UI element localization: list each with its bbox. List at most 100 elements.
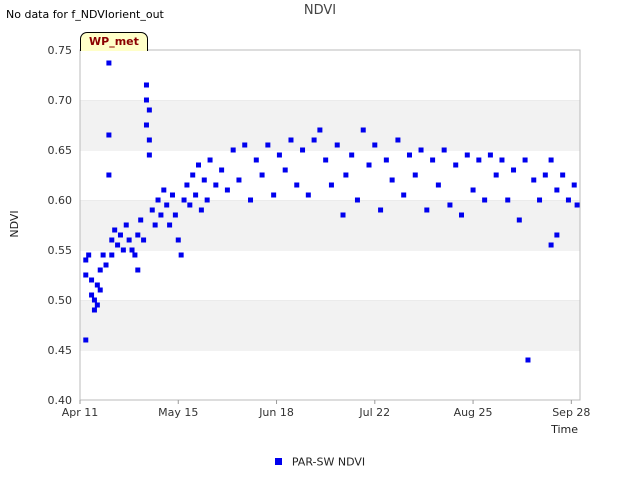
data-point: [97, 287, 103, 293]
grid-band: [80, 50, 580, 100]
data-point: [106, 60, 112, 66]
data-point: [100, 252, 106, 258]
data-point: [181, 197, 187, 203]
data-point: [505, 197, 511, 203]
x-tick-label: Sep 28: [552, 406, 590, 419]
x-tick-label: Jun 18: [258, 406, 294, 419]
data-point: [97, 267, 103, 273]
data-point: [83, 272, 89, 278]
data-point: [138, 217, 144, 223]
data-point: [158, 212, 164, 218]
data-point: [565, 197, 571, 203]
legend-label: PAR-SW NDVI: [291, 455, 366, 469]
x-tick-label: Aug 25: [454, 406, 493, 419]
data-point: [343, 172, 349, 178]
x-tick-label: May 15: [158, 406, 198, 419]
data-point: [542, 172, 548, 178]
data-point: [401, 192, 407, 198]
data-point: [300, 147, 306, 153]
data-point: [126, 237, 132, 243]
x-tick-label: Apr 11: [62, 406, 99, 419]
data-point: [378, 207, 384, 213]
data-point: [94, 282, 100, 288]
data-point: [406, 152, 412, 158]
data-point: [554, 187, 560, 193]
data-point: [91, 297, 97, 303]
data-point: [311, 137, 317, 143]
data-point: [184, 182, 190, 188]
data-point: [167, 222, 173, 228]
data-point: [207, 157, 213, 163]
data-point: [161, 187, 167, 193]
data-point: [516, 217, 522, 223]
data-point: [109, 237, 115, 243]
x-axis-label: Time: [550, 423, 578, 436]
data-point: [340, 212, 346, 218]
data-point: [175, 237, 181, 243]
data-point: [424, 207, 430, 213]
data-point: [146, 152, 152, 158]
data-point: [453, 162, 459, 168]
y-tick-label: 0.65: [48, 144, 73, 157]
data-point: [155, 197, 161, 203]
data-point: [83, 257, 89, 263]
data-point: [548, 242, 554, 248]
data-point: [86, 252, 92, 258]
data-point: [109, 252, 115, 258]
data-point: [204, 197, 210, 203]
data-point: [354, 197, 360, 203]
data-point: [574, 202, 580, 208]
y-tick-label: 0.55: [48, 244, 73, 257]
data-point: [224, 187, 230, 193]
data-point: [146, 107, 152, 113]
data-point: [531, 177, 537, 183]
data-point: [115, 242, 121, 248]
data-point: [418, 147, 424, 153]
data-point: [164, 202, 170, 208]
data-point: [271, 192, 277, 198]
ndvi-chart: 0.400.450.500.550.600.650.700.75 Apr 11 M…: [8, 44, 590, 436]
data-point: [349, 152, 355, 158]
legend-marker-icon: [274, 457, 282, 465]
data-point: [135, 232, 141, 238]
data-point: [493, 172, 499, 178]
data-point: [328, 182, 334, 188]
data-point: [276, 152, 282, 158]
data-point: [317, 127, 323, 133]
data-point: [334, 142, 340, 148]
data-point: [198, 207, 204, 213]
data-point: [288, 137, 294, 143]
data-point: [389, 177, 395, 183]
data-point: [112, 227, 118, 233]
data-point: [193, 192, 199, 198]
data-point: [83, 337, 89, 343]
data-point: [94, 302, 100, 308]
data-point: [441, 147, 447, 153]
data-point: [230, 147, 236, 153]
data-point: [372, 142, 378, 148]
data-point: [366, 162, 372, 168]
data-point: [537, 197, 543, 203]
data-point: [236, 177, 242, 183]
data-point: [282, 167, 288, 173]
grid-band: [80, 350, 580, 400]
data-point: [383, 157, 389, 163]
data-point: [412, 172, 418, 178]
y-axis-ticks: 0.400.450.500.550.600.650.700.75: [48, 44, 73, 407]
x-tick-label: Jul 22: [358, 406, 390, 419]
data-point: [560, 172, 566, 178]
data-point: [522, 157, 528, 163]
x-axis-ticks: Apr 11 May 15 Jun 18 Jul 22 Aug 25 Sep 28: [62, 400, 590, 419]
chart-title: NDVI: [303, 3, 337, 18]
data-point: [172, 212, 178, 218]
data-point: [143, 82, 149, 88]
data-point: [219, 167, 225, 173]
grid-band: [80, 300, 580, 350]
data-point: [487, 152, 493, 158]
data-point: [259, 172, 265, 178]
data-point: [120, 247, 126, 253]
data-point: [242, 142, 248, 148]
data-point: [143, 122, 149, 128]
data-point: [447, 202, 453, 208]
data-point: [117, 232, 123, 238]
